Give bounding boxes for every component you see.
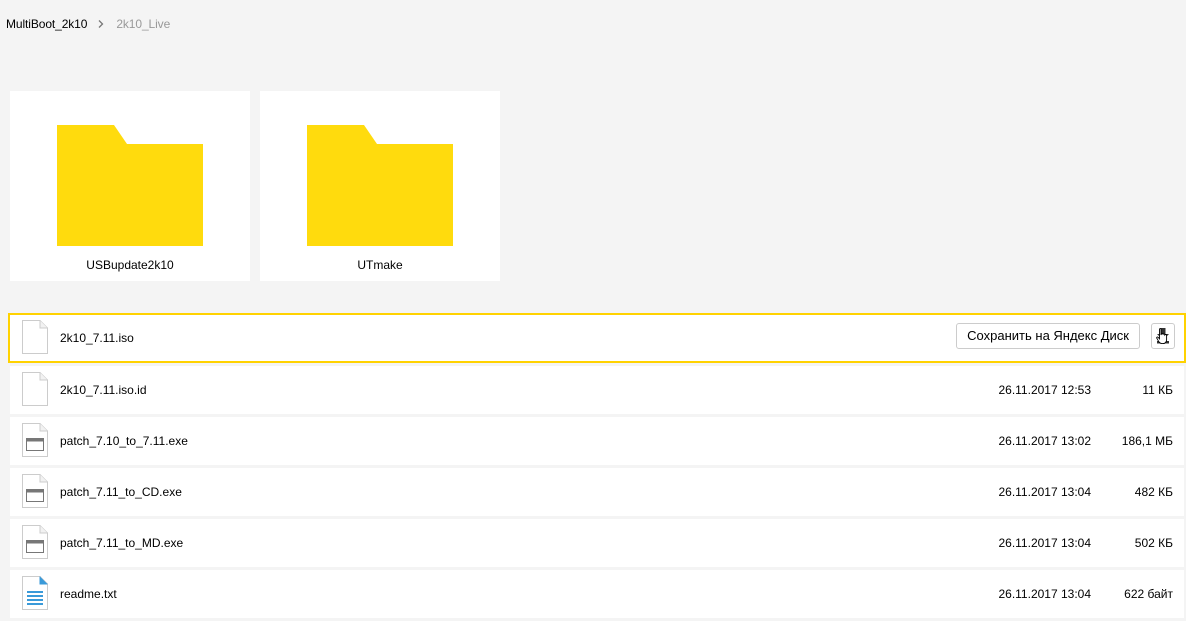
file-row[interactable]: patch_7.11_to_CD.exe 26.11.2017 13:04 48… [10, 468, 1184, 519]
folder-icon [307, 125, 453, 246]
file-name: patch_7.11_to_CD.exe [60, 485, 182, 499]
file-date: 26.11.2017 13:04 [998, 485, 1091, 499]
folder-tile-utmake[interactable]: UTmake [260, 91, 500, 281]
file-size: 186,1 МБ [1121, 434, 1173, 448]
chevron-right-icon [98, 20, 104, 28]
file-blank-icon [22, 372, 48, 406]
file-date: 26.11.2017 12:53 [998, 383, 1091, 397]
file-exe-icon [22, 525, 48, 559]
file-size: 502 КБ [1134, 536, 1173, 550]
breadcrumb-current: 2k10_Live [116, 17, 171, 31]
file-blank-icon [22, 320, 48, 354]
file-txt-icon [22, 576, 48, 610]
file-size: 482 КБ [1134, 485, 1173, 499]
folder-icon [57, 125, 203, 246]
file-name: readme.txt [60, 587, 117, 601]
file-name: patch_7.11_to_MD.exe [60, 536, 184, 550]
save-to-yandex-disk-button[interactable]: Сохранить на Яндекс Диск [956, 323, 1140, 349]
folder-grid: USBupdate2k10 UTmake [10, 91, 500, 281]
file-row-selected[interactable]: 2k10_7.11.iso Сохранить на Яндекс Диск [8, 313, 1186, 363]
file-row[interactable]: patch_7.11_to_MD.exe 26.11.2017 13:04 50… [10, 519, 1184, 570]
file-exe-icon [22, 474, 48, 508]
breadcrumb-root[interactable]: MultiBoot_2k10 [6, 17, 87, 31]
file-size: 11 КБ [1142, 383, 1173, 397]
file-row[interactable]: readme.txt 26.11.2017 13:04 622 байт [10, 570, 1184, 621]
file-list: 2k10_7.11.iso Сохранить на Яндекс Диск 2… [8, 313, 1186, 621]
file-date: 26.11.2017 13:04 [998, 536, 1091, 550]
file-name: 2k10_7.11.iso [60, 331, 134, 345]
file-date: 26.11.2017 13:04 [998, 587, 1091, 601]
file-name: patch_7.10_to_7.11.exe [60, 434, 188, 448]
download-button[interactable] [1151, 323, 1175, 349]
file-size: 622 байт [1124, 587, 1173, 601]
file-exe-icon [22, 423, 48, 457]
file-row[interactable]: patch_7.10_to_7.11.exe 26.11.2017 13:02 … [10, 417, 1184, 468]
breadcrumb: MultiBoot_2k10 2k10_Live [6, 16, 170, 32]
file-name: 2k10_7.11.iso.id [60, 383, 147, 397]
folder-name: USBupdate2k10 [86, 258, 174, 272]
folder-name: UTmake [357, 258, 403, 272]
folder-tile-usbupdate2k10[interactable]: USBupdate2k10 [10, 91, 250, 281]
hand-cursor-icon [1156, 328, 1168, 345]
file-date: 26.11.2017 13:02 [998, 434, 1091, 448]
file-row[interactable]: 2k10_7.11.iso.id 26.11.2017 12:53 11 КБ [10, 366, 1184, 417]
